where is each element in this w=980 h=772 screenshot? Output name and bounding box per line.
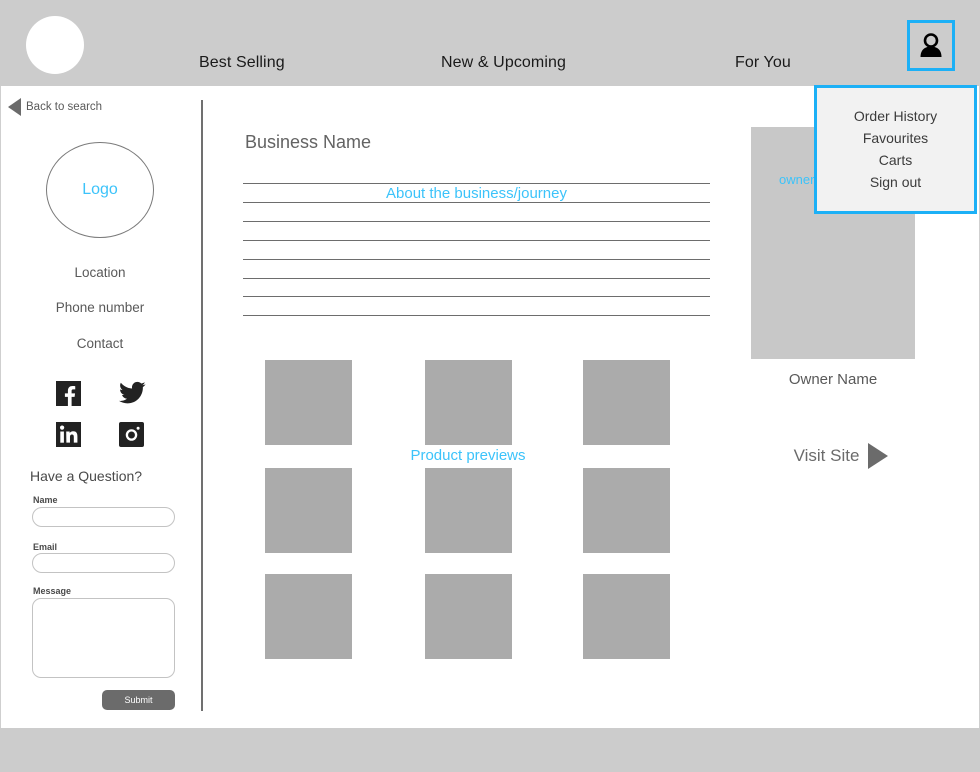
brand-logo-circle[interactable] (26, 16, 84, 74)
owner-image-label: owner (779, 172, 815, 187)
menu-item-carts[interactable]: Carts (879, 153, 912, 167)
product-preview-tile[interactable] (425, 574, 512, 659)
business-contact: Contact (76, 336, 124, 351)
person-icon (918, 32, 944, 60)
message-field-label: Message (33, 586, 72, 596)
back-to-search-label: Back to search (26, 101, 103, 113)
email-input[interactable] (32, 553, 175, 573)
name-input[interactable] (32, 507, 175, 527)
about-text-line (243, 258, 710, 260)
business-location: Location (74, 265, 126, 280)
account-button[interactable] (907, 20, 955, 71)
about-text-lines (243, 183, 710, 317)
product-preview-tile[interactable] (583, 574, 670, 659)
owner-name-label: Owner Name (788, 371, 878, 388)
page-root: Best Selling New & Upcoming For You Back… (0, 0, 980, 772)
about-text-line (243, 315, 710, 317)
linkedin-icon[interactable] (56, 422, 81, 447)
product-previews-label: Product previews (410, 447, 526, 464)
email-field-label: Email (33, 542, 58, 552)
about-text-line (243, 220, 710, 222)
submit-button[interactable]: Submit (102, 690, 175, 710)
product-preview-tile[interactable] (265, 360, 352, 445)
contact-form-title: Have a Question? (30, 468, 143, 484)
about-text-line (243, 296, 710, 298)
menu-item-favourites[interactable]: Favourites (863, 131, 928, 145)
nav-item-for-you[interactable]: For You (735, 54, 791, 72)
business-phone: Phone number (55, 300, 145, 315)
business-logo-placeholder[interactable]: Logo (46, 142, 154, 238)
nav-item-new-upcoming[interactable]: New & Upcoming (441, 54, 566, 72)
twitter-icon[interactable] (119, 381, 146, 406)
menu-item-sign-out[interactable]: Sign out (870, 175, 921, 189)
triangle-right-icon (868, 443, 889, 469)
account-dropdown-menu: Order History Favourites Carts Sign out (814, 85, 977, 214)
business-logo-label: Logo (82, 181, 118, 198)
product-preview-tile[interactable] (425, 360, 512, 445)
product-preview-grid (265, 360, 671, 662)
product-preview-tile[interactable] (265, 468, 352, 553)
facebook-icon[interactable] (56, 381, 81, 406)
visit-site-button[interactable]: Visit Site (751, 443, 931, 469)
visit-site-label: Visit Site (793, 446, 860, 465)
product-preview-tile[interactable] (425, 468, 512, 553)
social-links-row-1 (0, 381, 200, 406)
name-field-label: Name (33, 495, 58, 505)
about-business-label: About the business/journey (386, 185, 567, 202)
nav-item-best-selling[interactable]: Best Selling (199, 54, 285, 72)
about-text-line (243, 239, 710, 241)
product-preview-tile[interactable] (265, 574, 352, 659)
social-links-row-2 (0, 422, 200, 447)
about-text-line (243, 183, 710, 184)
business-name-heading: Business Name (245, 132, 372, 152)
about-text-line (243, 201, 710, 203)
triangle-left-icon (8, 98, 21, 116)
product-preview-tile[interactable] (583, 360, 670, 445)
about-text-line (243, 277, 710, 279)
footer-bar (0, 728, 980, 772)
product-preview-tile[interactable] (583, 468, 670, 553)
message-textarea[interactable] (32, 598, 175, 678)
menu-item-order-history[interactable]: Order History (854, 109, 937, 123)
sidebar-divider (201, 100, 203, 711)
site-header: Best Selling New & Upcoming For You (0, 0, 980, 86)
instagram-icon[interactable] (119, 422, 144, 447)
back-to-search-link[interactable]: Back to search (8, 98, 102, 116)
